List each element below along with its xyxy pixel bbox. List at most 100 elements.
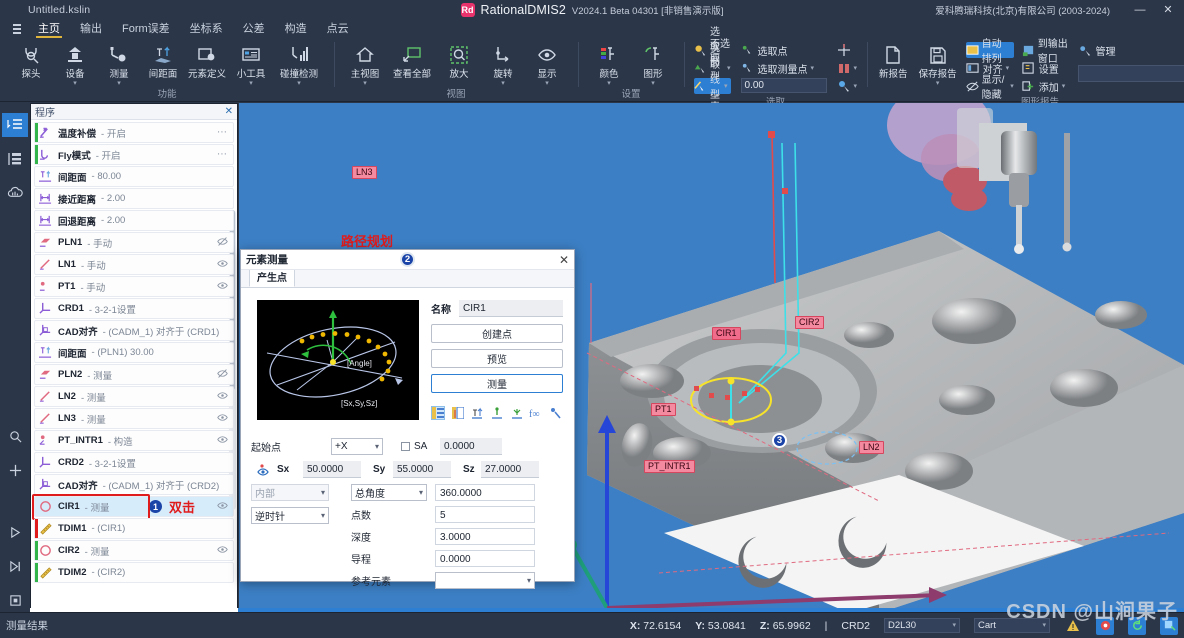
program-item-cad-[interactable]: CAD对齐 - (CADM_1) 对齐于 (CRD2): [34, 474, 234, 495]
sa-input[interactable]: 0.0000: [440, 438, 502, 455]
ribbon-row-manage[interactable]: 管理: [1078, 42, 1184, 58]
chevron-down-icon[interactable]: ▾: [724, 82, 728, 90]
chevron-down-icon[interactable]: ▾: [1010, 82, 1014, 90]
program-item-tdim2[interactable]: TDIM2 - (CIR2): [34, 562, 234, 583]
ribbon-button-home-view[interactable]: 主视图 ▾: [344, 40, 386, 87]
down-vector-icon[interactable]: [490, 406, 504, 420]
program-item-crd2[interactable]: CRD2 - 3-2-1设置: [34, 452, 234, 473]
ribbon-row-auto-arrange[interactable]: 自动排列: [965, 39, 1014, 65]
function-icon[interactable]: f∞: [529, 406, 543, 420]
ribbon-button-new-report[interactable]: 新报告: [877, 40, 910, 80]
direction-select[interactable]: 逆时针 ▾: [251, 507, 329, 524]
points-input[interactable]: 5: [435, 506, 535, 523]
preview-button[interactable]: 预览: [431, 349, 563, 368]
visibility-off-icon[interactable]: [217, 236, 233, 250]
ribbon-button-display[interactable]: 显示 ▾: [526, 40, 568, 87]
chevron-down-icon[interactable]: ▾: [321, 511, 325, 520]
grid-points-icon[interactable]: [451, 406, 465, 420]
sx-input[interactable]: 50.0000: [303, 461, 361, 478]
chevron-down-icon[interactable]: ▾: [811, 64, 815, 72]
ribbon-row-select-line[interactable]: 选取线型元素 ▾: [694, 45, 731, 131]
viewport-label-pt-intr1[interactable]: PT_INTR1: [644, 460, 695, 473]
ribbon-button-probe[interactable]: 探头: [10, 40, 52, 80]
program-item-crd1[interactable]: CRD1 - 3-2-1设置: [34, 298, 234, 319]
visibility-icon[interactable]: [217, 544, 233, 558]
list-points-icon[interactable]: [431, 406, 445, 420]
tab-form[interactable]: Form误差: [112, 19, 180, 38]
visibility-icon[interactable]: [217, 390, 233, 404]
viewport-label-cir1[interactable]: CIR1: [712, 327, 741, 340]
chevron-down-icon[interactable]: ▾: [527, 576, 531, 585]
ribbon-button-device[interactable]: 设备 ▾: [54, 40, 96, 87]
tab-pointcloud[interactable]: 点云: [317, 19, 359, 38]
ribbon-button-graphics[interactable]: 图形 ▾: [632, 40, 674, 87]
ribbon-button-fit-all[interactable]: 查看全部: [388, 40, 436, 80]
chevron-down-icon[interactable]: ▾: [854, 64, 858, 72]
program-item--[interactable]: 接近距离 - 2.00: [34, 188, 234, 209]
up-vector-icon[interactable]: [471, 406, 485, 420]
sz-input[interactable]: 27.0000: [481, 461, 539, 478]
viewport-label-ln2[interactable]: LN2: [859, 441, 884, 454]
visibility-off-icon[interactable]: [217, 368, 233, 382]
reference-select[interactable]: ▾: [435, 572, 535, 589]
viewport-label-ln3[interactable]: LN3: [352, 166, 377, 179]
measure-button[interactable]: 测量: [431, 374, 563, 393]
chevron-down-icon[interactable]: ▾: [952, 619, 956, 633]
close-button[interactable]: ✕: [1154, 0, 1182, 19]
report-template-combo[interactable]: ▾: [1078, 65, 1184, 82]
ribbon-button-feature-define[interactable]: 元素定义: [186, 40, 228, 80]
program-item-fly-[interactable]: Fly模式 - 开启 ⋯: [34, 144, 234, 165]
visibility-icon[interactable]: [217, 434, 233, 448]
rail-run-icon[interactable]: [2, 520, 28, 544]
create-point-button[interactable]: 创建点: [431, 324, 563, 343]
tab-home[interactable]: 主页: [28, 19, 70, 38]
rail-tree-view-icon[interactable]: [2, 147, 28, 171]
tab-tolerance[interactable]: 公差: [233, 19, 275, 38]
more-options-icon[interactable]: ⋯: [217, 127, 233, 138]
tool-select[interactable]: D2L30 ▾: [884, 618, 960, 633]
ribbon-row-add[interactable]: 添加 ▾: [1022, 78, 1071, 94]
program-item-ln3[interactable]: LN3 - 测量: [34, 408, 234, 429]
menu-hamburger-icon[interactable]: [6, 20, 28, 38]
select-tolerance-input[interactable]: 0.00: [740, 78, 827, 93]
settings-status-icon[interactable]: [1160, 616, 1178, 635]
more-options-icon[interactable]: ⋯: [217, 149, 233, 160]
minimize-button[interactable]: —: [1126, 0, 1154, 19]
chevron-down-icon[interactable]: ▾: [936, 80, 940, 87]
program-item--[interactable]: 间距面 - 80.00: [34, 166, 234, 187]
ribbon-row-settings[interactable]: 设置: [1022, 60, 1071, 76]
chevron-down-icon[interactable]: ▾: [1042, 619, 1046, 633]
tab-construct[interactable]: 构造: [275, 19, 317, 38]
start-point-select[interactable]: +X ▾: [331, 438, 383, 455]
depth-input[interactable]: 3.0000: [435, 528, 535, 545]
ribbon-button-rotate[interactable]: 旋转 ▾: [482, 40, 524, 87]
program-item--[interactable]: 回退距离 - 2.00: [34, 210, 234, 231]
ribbon-button-collision[interactable]: 碰撞检测 ▾: [274, 40, 324, 87]
program-item-pln1[interactable]: PLN1 - 手动: [34, 232, 234, 253]
probe-status-icon[interactable]: [1096, 616, 1114, 635]
program-item-cir2[interactable]: CIR2 - 测量: [34, 540, 234, 561]
ribbon-row-pin[interactable]: ▾: [837, 78, 857, 94]
sy-input[interactable]: 55.0000: [393, 461, 451, 478]
ribbon-button-zoom[interactable]: 放大: [438, 40, 480, 80]
program-item--[interactable]: 温度补偿 - 开启 ⋯: [34, 122, 234, 143]
visibility-icon[interactable]: [217, 280, 233, 294]
feature-measure-dialog[interactable]: 元素测量 2 ✕ 产生点 [Angle] [Sx,Sy,Sz] 名称 CIR1 …: [240, 249, 575, 589]
program-item-ln1[interactable]: LN1 - 手动: [34, 254, 234, 275]
program-item-ln2[interactable]: LN2 - 测量: [34, 386, 234, 407]
rail-add-icon[interactable]: [2, 458, 28, 482]
total-angle-input[interactable]: 360.0000: [435, 484, 535, 501]
inner-outer-select[interactable]: 内部 ▾: [251, 484, 329, 501]
ribbon-row-crosshair[interactable]: [837, 42, 858, 58]
rail-cloud-icon[interactable]: [2, 181, 28, 205]
warning-icon[interactable]: [1064, 617, 1082, 635]
close-icon[interactable]: ✕: [225, 106, 233, 117]
program-item-cad-[interactable]: CAD对齐 - (CADM_1) 对齐于 (CRD1): [34, 320, 234, 341]
chevron-down-icon[interactable]: ▾: [419, 488, 423, 497]
dialog-name-input[interactable]: CIR1: [459, 300, 563, 317]
rail-step-icon[interactable]: [2, 554, 28, 578]
visibility-icon[interactable]: [217, 258, 233, 272]
tab-output[interactable]: 输出: [70, 19, 112, 38]
viewport-label-cir2[interactable]: CIR2: [795, 316, 824, 329]
ribbon-button-color[interactable]: 颜色 ▾: [588, 40, 630, 87]
